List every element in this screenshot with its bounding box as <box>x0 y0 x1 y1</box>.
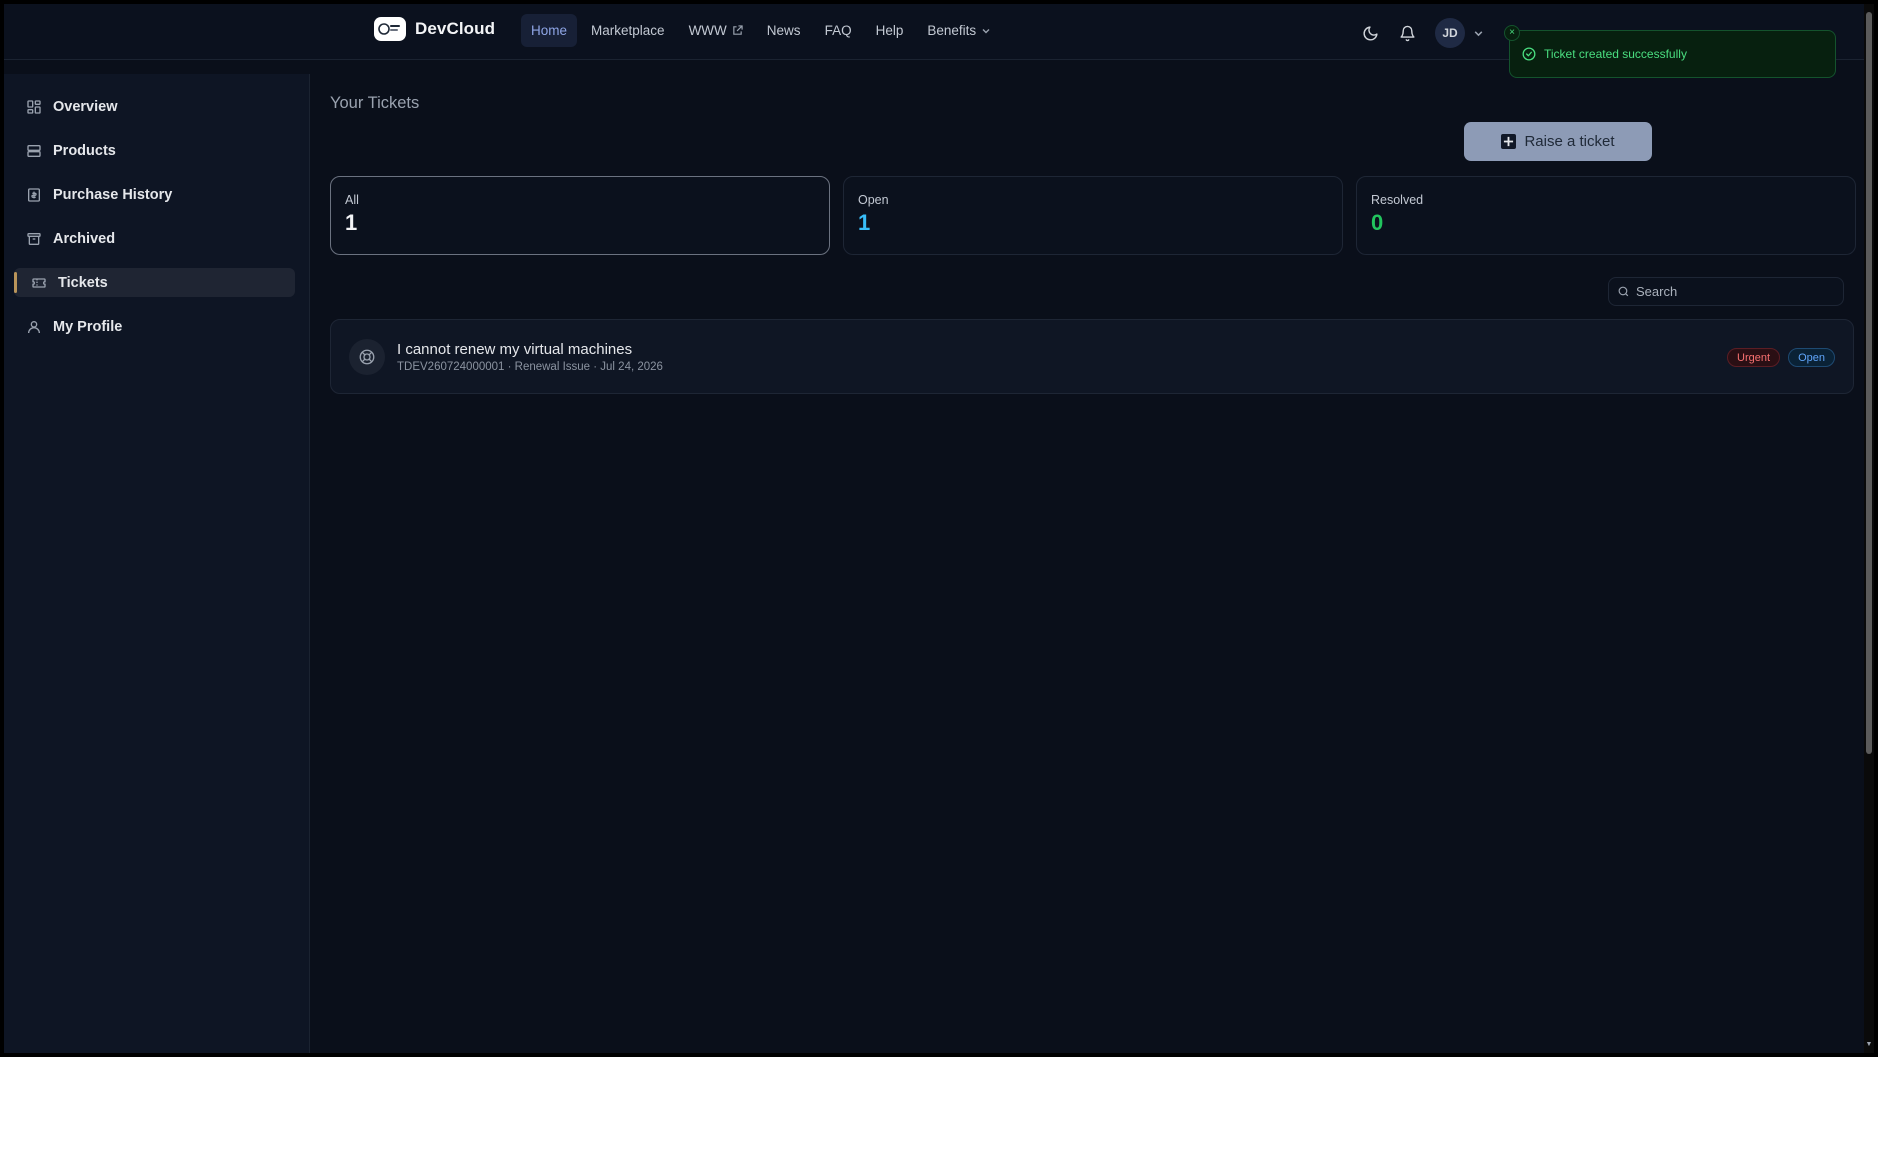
nav-home-label: Home <box>531 23 568 38</box>
plus-icon <box>1501 134 1517 149</box>
search-icon <box>1618 286 1629 297</box>
scroll-down-arrow-icon[interactable]: ▼ <box>1865 1041 1873 1049</box>
server-icon <box>25 142 42 159</box>
external-link-icon <box>733 25 743 35</box>
stat-value: 1 <box>345 210 358 235</box>
page-title: Your Tickets <box>330 94 420 112</box>
nav-benefits[interactable]: Benefits <box>917 14 1001 47</box>
nav-marketplace[interactable]: Marketplace <box>581 14 675 47</box>
user-icon <box>25 318 42 335</box>
sidebar-item-label: Archived <box>53 230 116 247</box>
check-circle-icon <box>1522 47 1536 61</box>
stat-label: All <box>345 193 359 207</box>
app-window: DevCloud Home Marketplace WWW News FAQ H… <box>4 4 1864 1053</box>
receipt-icon <box>25 186 42 203</box>
nav-help[interactable]: Help <box>866 14 914 47</box>
sidebar-item-overview[interactable]: Overview <box>14 92 295 121</box>
toast-message: Ticket created successfully <box>1544 47 1687 61</box>
stat-label: Resolved <box>1371 193 1424 207</box>
sidebar: Overview Products Purchase History Archi… <box>4 74 310 1053</box>
ticket-icon <box>30 274 47 291</box>
chevron-down-icon <box>982 28 990 33</box>
status-badge: Open <box>1788 348 1835 367</box>
sidebar-item-purchase-history[interactable]: Purchase History <box>14 180 295 209</box>
grid-icon <box>25 98 42 115</box>
nav-news[interactable]: News <box>757 14 811 47</box>
lifebuoy-icon <box>349 339 385 375</box>
user-avatar[interactable]: JD <box>1435 18 1465 48</box>
stat-value: 1 <box>858 210 871 235</box>
sidebar-item-my-profile[interactable]: My Profile <box>14 312 295 341</box>
raise-ticket-label: Raise a ticket <box>1524 133 1615 150</box>
stat-card-all[interactable]: All 1 <box>330 176 830 255</box>
sidebar-item-products[interactable]: Products <box>14 136 295 165</box>
ticket-row[interactable]: I cannot renew my virtual machines TDEV2… <box>330 319 1854 394</box>
nav-marketplace-label: Marketplace <box>591 23 665 38</box>
ticket-meta: TDEV260724000001 · Renewal Issue · Jul 2… <box>397 361 663 373</box>
nav-news-label: News <box>766 23 801 38</box>
sidebar-item-label: Products <box>53 142 116 159</box>
brand-logo-icon <box>374 17 406 41</box>
main-content: Your Tickets Raise a ticket All 1 Open 1… <box>310 60 1864 1053</box>
scrollbar-thumb[interactable] <box>1866 12 1872 754</box>
sidebar-item-label: Overview <box>53 98 118 115</box>
nav-faq-label: FAQ <box>824 23 852 38</box>
sidebar-item-label: My Profile <box>53 318 123 335</box>
stat-value: 0 <box>1371 210 1384 235</box>
brand[interactable]: DevCloud <box>374 17 495 41</box>
toast-close-button[interactable]: × <box>1504 25 1520 41</box>
nav-www-label: WWW <box>688 23 727 38</box>
bell-icon <box>1399 25 1415 41</box>
top-actions: JD <box>1356 18 1484 48</box>
theme-toggle-button[interactable] <box>1356 19 1384 47</box>
ticket-badges: Urgent Open <box>1727 348 1835 367</box>
brand-name: DevCloud <box>415 19 496 38</box>
raise-ticket-button[interactable]: Raise a ticket <box>1464 122 1652 161</box>
user-menu-toggle[interactable] <box>1473 28 1484 39</box>
stat-card-resolved[interactable]: Resolved 0 <box>1356 176 1856 255</box>
ticket-title: I cannot renew my virtual machines <box>397 341 633 358</box>
search-box <box>1608 277 1844 306</box>
notifications-button[interactable] <box>1393 19 1421 47</box>
nav-faq[interactable]: FAQ <box>815 14 862 47</box>
main-nav: Home Marketplace WWW News FAQ Help Benef… <box>521 14 1001 47</box>
chevron-down-icon <box>1474 30 1483 36</box>
sidebar-item-tickets[interactable]: Tickets <box>14 268 295 297</box>
stat-card-open[interactable]: Open 1 <box>843 176 1343 255</box>
nav-www[interactable]: WWW <box>679 14 753 47</box>
search-input[interactable] <box>1636 284 1836 299</box>
page-scrollbar[interactable]: ▼ <box>1864 4 1874 1053</box>
priority-badge: Urgent <box>1727 348 1781 367</box>
archive-icon <box>25 230 42 247</box>
nav-benefits-label: Benefits <box>927 23 977 38</box>
sidebar-item-archived[interactable]: Archived <box>14 224 295 253</box>
moon-icon <box>1363 25 1378 40</box>
sidebar-item-label: Tickets <box>58 274 108 291</box>
sidebar-item-label: Purchase History <box>53 186 173 203</box>
nav-home[interactable]: Home <box>521 14 578 47</box>
stat-label: Open <box>858 193 889 207</box>
nav-help-label: Help <box>875 23 904 38</box>
